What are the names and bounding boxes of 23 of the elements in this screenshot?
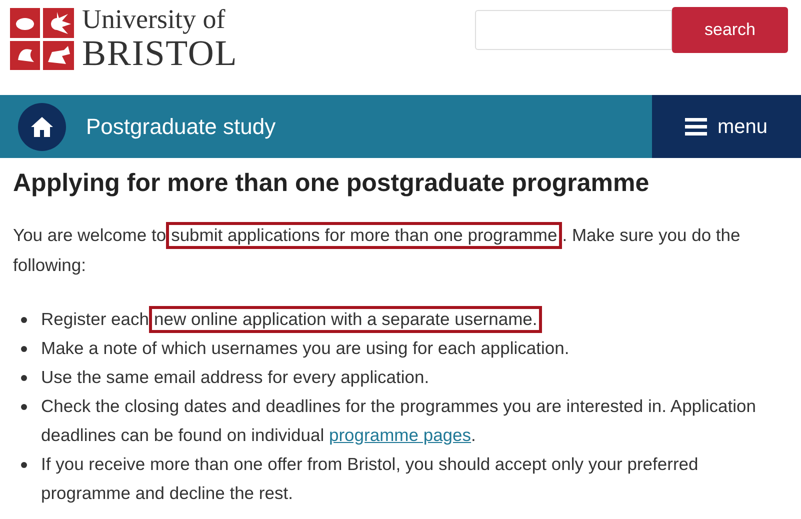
bullet-icon [21,375,27,381]
logo-line: University of [82,6,226,33]
home-icon [30,116,54,138]
bullet-text: Use the same email address for every application. [41,366,430,389]
bullet-icon [21,346,27,352]
programme-link[interactable]: programme pages [329,425,472,445]
home-button[interactable] [18,102,66,150]
intro-paragraph: You are welcome to submit applications for more than one programme . Make sure you do the following: [13,220,788,280]
bullet-icon [21,317,27,323]
logo-icon [10,8,74,70]
bullet-icon [21,404,27,410]
menu-button[interactable]: menu [652,95,801,158]
search-button[interactable]: search [672,7,788,53]
bullet-text: Make a note of which usernames you are using for each application. [41,337,570,360]
page-heading: Applying for more than one postgraduate programme [13,168,650,199]
bullet-text: If you receive more than one offer from Bristol, you should accept only your preferred programme and decline the rest. [41,453,700,505]
bullet-text: Register each new online application with a separate username. [41,305,542,334]
section-title[interactable]: Postgraduate study [86,110,276,143]
menu-icon [685,118,708,136]
search-field[interactable] [475,10,672,50]
bullet-text: Check the closing dates and deadlines for the programmes you are interested in. Application deadlines can be found on individual programme pages. [41,395,758,447]
bullet-icon [21,462,27,468]
logo-wordmark: BRISTOL [82,35,238,71]
